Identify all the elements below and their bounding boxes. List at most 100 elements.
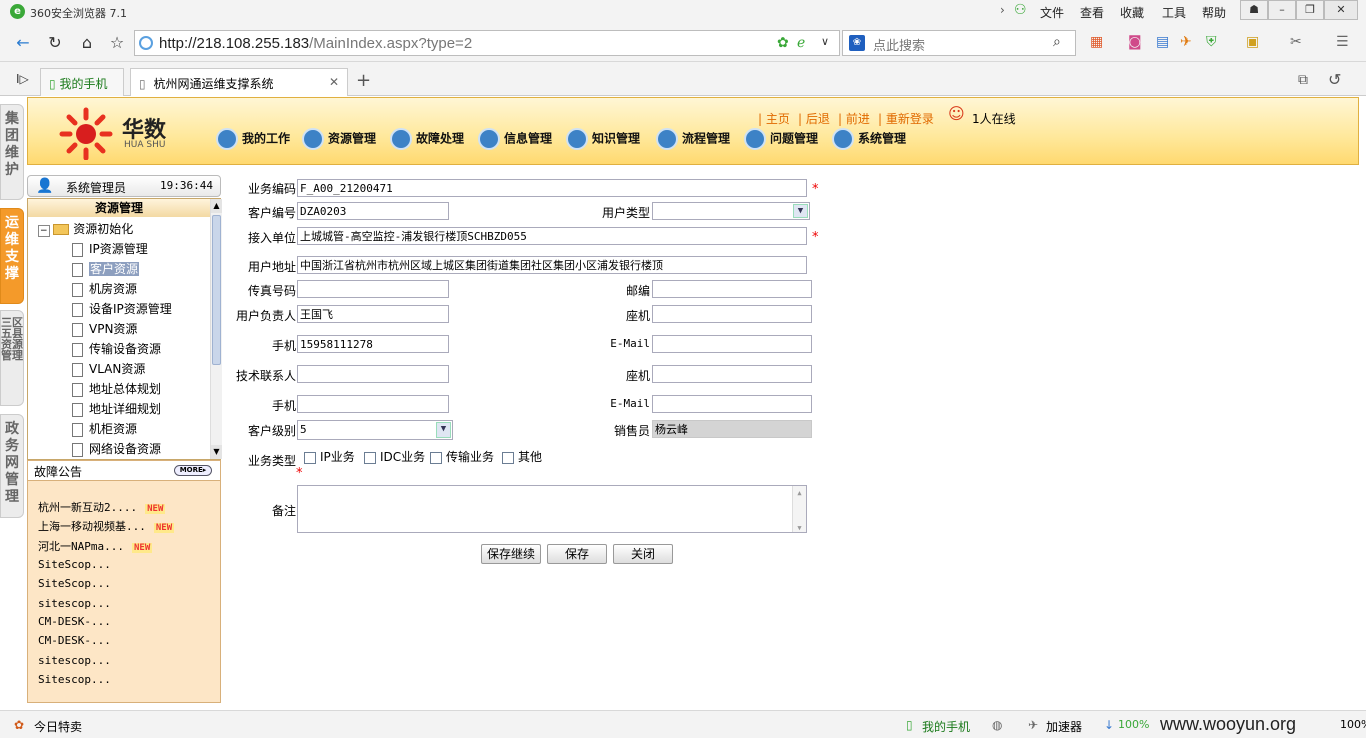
ie-mode-icon[interactable]: ℯ: [797, 35, 805, 51]
tree-item-customer[interactable]: 客户资源: [72, 259, 140, 279]
access-unit-field[interactable]: 上城城管-高空监控-浦发银行楼顶SCHBZD055: [297, 227, 807, 245]
link-relogin[interactable]: | 重新登录: [878, 110, 934, 127]
address-url[interactable]: http://218.108.255.183/MainIndex.aspx?ty…: [159, 35, 472, 52]
tree-item-addr-plan[interactable]: 地址总体规划: [72, 379, 161, 399]
scroll-down-icon[interactable]: ▼: [211, 445, 222, 459]
zoom-level[interactable]: 100%: [1340, 718, 1366, 731]
search-icon[interactable]: ⌕: [1053, 34, 1061, 50]
search-box[interactable]: ❀ 点此搜索 ⌕: [842, 30, 1076, 56]
notice-item[interactable]: Sitescop...: [38, 673, 111, 686]
chevron-down-icon[interactable]: ∨: [821, 35, 829, 48]
checkbox-icon[interactable]: [304, 451, 316, 464]
tab-my-phone[interactable]: ▯ 我的手机: [40, 68, 124, 96]
tech-landline-field[interactable]: [652, 365, 812, 383]
deals-icon[interactable]: ✿: [14, 718, 24, 732]
sidebar-toggle-icon[interactable]: I▷: [16, 72, 29, 86]
tree-item-ip[interactable]: IP资源管理: [72, 239, 148, 259]
nav-my-work[interactable]: 我的工作: [216, 128, 290, 150]
notice-item[interactable]: SiteScop...: [38, 577, 111, 590]
link-home[interactable]: | 主页: [758, 110, 790, 127]
chevron-down-icon[interactable]: ▼: [793, 204, 808, 218]
address-bar[interactable]: http://218.108.255.183/MainIndex.aspx?ty…: [134, 30, 840, 56]
service-other-checkbox[interactable]: 其他: [502, 448, 542, 465]
back-arrow-icon[interactable]: ←: [12, 32, 34, 54]
level-select[interactable]: 5 ▼: [297, 420, 453, 440]
tree-item-addr-detail[interactable]: 地址详细规划: [72, 399, 161, 419]
checkbox-icon[interactable]: [430, 451, 442, 464]
tech-contact-field[interactable]: [297, 365, 449, 383]
tab-hangzhou-system[interactable]: ▯ 杭州网通运维支撑系统 ✕: [130, 68, 348, 96]
notice-item[interactable]: 河北一NAPma... NEW: [38, 538, 153, 554]
cust-no-field[interactable]: DZA0203: [297, 202, 449, 220]
refresh-icon[interactable]: ↻: [44, 32, 66, 54]
save-continue-button[interactable]: 保存继续: [481, 544, 541, 564]
apps-grid-icon[interactable]: ▦: [1090, 34, 1103, 50]
biz-code-field[interactable]: F_A00_21200471: [297, 179, 807, 197]
tree-item-vpn[interactable]: VPN资源: [72, 319, 137, 339]
scroll-thumb[interactable]: [212, 215, 221, 365]
menu-tools[interactable]: 工具: [1162, 4, 1186, 21]
forward-arrow-icon[interactable]: ›: [1000, 3, 1005, 17]
tree-scrollbar[interactable]: ▲ ▼: [210, 199, 222, 459]
notice-item[interactable]: 杭州一新互动2.... NEW: [38, 499, 166, 515]
notice-item[interactable]: CM-DESK-...: [38, 615, 111, 628]
sidetab-gov-network[interactable]: 政务网管理: [0, 414, 24, 518]
search-input[interactable]: 点此搜索: [873, 35, 925, 54]
tree-root[interactable]: − 资源初始化: [38, 219, 133, 239]
security-shield-icon[interactable]: ⛨: [1206, 34, 1217, 50]
email-field[interactable]: [652, 335, 812, 353]
tech-email-field[interactable]: [652, 395, 812, 413]
fax-field[interactable]: [297, 280, 449, 298]
nav-resource[interactable]: 资源管理: [302, 128, 376, 150]
baidu-paw-icon[interactable]: ❀: [849, 35, 865, 51]
today-deals-link[interactable]: 今日特卖: [34, 718, 82, 735]
menu-help[interactable]: 帮助: [1202, 4, 1226, 21]
network-icon[interactable]: ◍: [992, 718, 1002, 732]
accelerator-link[interactable]: 加速器: [1046, 718, 1082, 735]
nav-workflow[interactable]: 流程管理: [656, 128, 730, 150]
user-addr-field[interactable]: 中国浙江省杭州市杭州区域上城区集团街道集团社区集团小区浦发银行楼顶: [297, 256, 807, 274]
nav-system[interactable]: 系统管理: [832, 128, 906, 150]
landline-field[interactable]: [652, 305, 812, 323]
new-tab-button[interactable]: +: [356, 70, 371, 91]
close-form-button[interactable]: 关闭: [613, 544, 673, 564]
minimize-button[interactable]: –: [1268, 0, 1296, 20]
close-button[interactable]: ✕: [1324, 0, 1358, 20]
tree-item-net-device[interactable]: 网络设备资源: [72, 439, 161, 459]
menu-more-icon[interactable]: ☰: [1336, 34, 1349, 50]
user-type-select[interactable]: ▼: [652, 202, 810, 220]
mobile-field[interactable]: 15958111278: [297, 335, 449, 353]
reload-mode-icon[interactable]: ✿: [777, 35, 789, 51]
notice-item[interactable]: 上海一移动视频基... NEW: [38, 518, 175, 534]
more-button[interactable]: MORE▸: [174, 465, 212, 476]
owner-field[interactable]: 王国飞: [297, 305, 449, 323]
restore-tabs-icon[interactable]: ⧉: [1298, 72, 1308, 88]
scroll-up-icon[interactable]: ▲: [211, 199, 222, 213]
notice-item[interactable]: CM-DESK-...: [38, 634, 111, 647]
collapse-icon[interactable]: −: [38, 225, 50, 237]
tree-item-room[interactable]: 机房资源: [72, 279, 137, 299]
maximize-button[interactable]: ❐: [1296, 0, 1324, 20]
tech-mobile-field[interactable]: [297, 395, 449, 413]
skin-button[interactable]: ☗: [1240, 0, 1268, 20]
scroll-up-icon[interactable]: ▲: [793, 486, 806, 501]
undo-close-icon[interactable]: ↺: [1328, 70, 1341, 89]
calendar-icon[interactable]: ▤: [1156, 34, 1169, 50]
remark-textarea[interactable]: ▲ ▼: [297, 485, 807, 533]
home-icon[interactable]: ⌂: [76, 32, 98, 54]
notice-item[interactable]: sitescop...: [38, 654, 111, 667]
service-ip-checkbox[interactable]: IP业务: [304, 448, 355, 465]
my-phone-link[interactable]: 我的手机: [922, 718, 970, 735]
notice-item[interactable]: SiteScop...: [38, 558, 111, 571]
notice-item[interactable]: sitescop...: [38, 597, 111, 610]
chevron-down-icon[interactable]: ▼: [436, 422, 451, 438]
tree-item-device-ip[interactable]: 设备IP资源管理: [72, 299, 172, 319]
favorite-star-icon[interactable]: ☆: [106, 32, 128, 54]
link-back[interactable]: | 后退: [798, 110, 830, 127]
link-forward[interactable]: | 前进: [838, 110, 870, 127]
tree-item-transport[interactable]: 传输设备资源: [72, 339, 161, 359]
sidetab-group-maintenance[interactable]: 集团维护: [0, 104, 24, 200]
sidetab-district-resource[interactable]: 三区五县资源管理: [0, 310, 24, 406]
menu-favorites[interactable]: 收藏: [1120, 4, 1144, 21]
menu-file[interactable]: 文件: [1040, 4, 1064, 21]
